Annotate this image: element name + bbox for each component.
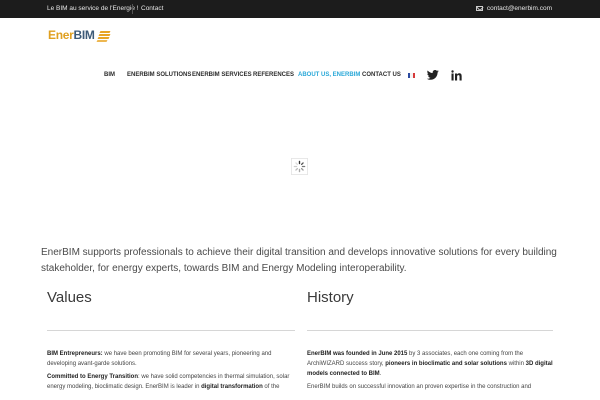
nav-item-contact-us[interactable]: CONTACT US [362,72,401,78]
logo-text-ener: Ener [48,28,74,42]
topbar-email-link[interactable]: contact@enerbim.com [475,5,552,12]
logo-text-bim: BIM [73,28,95,42]
enerbim-logo[interactable]: EnerBIM [48,27,112,43]
main-navigation: BIM ENERBIM SOLUTIONS ENERBIM SERVICES R… [0,70,600,82]
nav-item-about-us[interactable]: ABOUT US, ENERBIM [298,72,360,78]
history-section: History EnerBIM was founded in June 2015… [307,289,553,395]
nav-item-bim[interactable]: BIM [104,72,115,78]
nav-item-enerbim-solutions[interactable]: ENERBIM SOLUTIONS [127,72,191,78]
values-heading: Values [47,289,92,306]
history-paragraph-2: EnerBIM builds on successful innovation … [307,384,532,390]
history-divider [307,330,553,331]
values-divider [47,330,295,331]
intro-paragraph: EnerBIM supports professionals to achiev… [41,247,557,274]
french-flag-icon[interactable] [408,73,415,78]
mail-icon [475,6,483,11]
twitter-icon[interactable] [427,70,439,80]
linkedin-icon[interactable] [451,70,462,81]
loading-spinner-icon [291,158,308,175]
logo-stripes-icon [96,30,112,42]
history-heading: History [307,289,354,306]
tagline: Le BIM au service de l'Energie ! [47,5,139,12]
history-text: EnerBIM was founded in June 2015 by 3 as… [307,349,553,392]
topbar-contact-link[interactable]: Contact [141,5,163,12]
email-address: contact@enerbim.com [486,5,552,12]
history-paragraph-1: EnerBIM was founded in June 2015 by 3 as… [307,351,553,377]
values-text: BIM Entrepreneurs: we have been promotin… [47,349,295,392]
topbar-divider [132,4,133,14]
top-bar: Le BIM au service de l'Energie ! Contact… [0,0,600,18]
values-section: Values BIM Entrepreneurs: we have been p… [47,289,295,395]
values-paragraph-2: Committed to Energy Transition: we have … [47,374,290,390]
values-paragraph-1: BIM Entrepreneurs: we have been promotin… [47,351,272,367]
nav-item-enerbim-services[interactable]: ENERBIM SERVICES [192,72,252,78]
nav-item-references[interactable]: REFERENCES [253,72,294,78]
